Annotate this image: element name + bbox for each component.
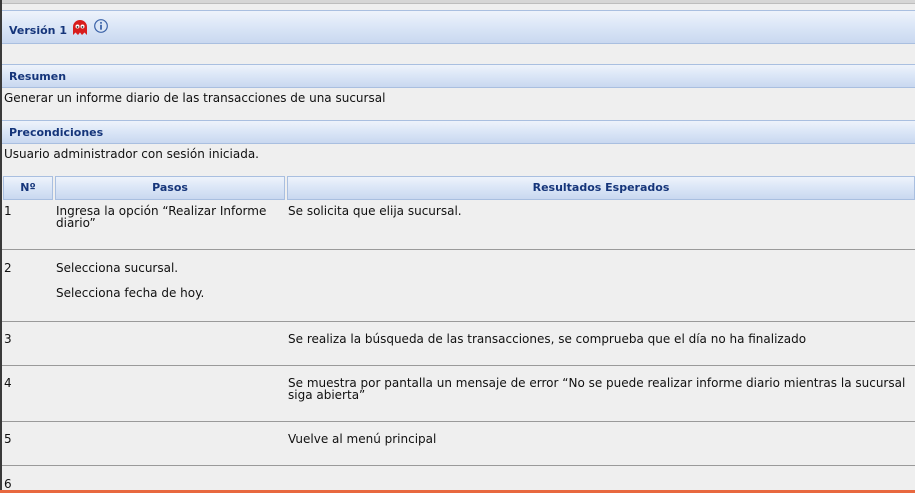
ghost-icon[interactable] [72, 20, 88, 35]
resumen-text: Generar un informe diario de las transac… [4, 91, 386, 105]
row-number: 4 [4, 376, 12, 390]
precondiciones-section-header: Precondiciones [2, 120, 915, 144]
row-divider [2, 249, 915, 250]
resumen-heading: Resumen [9, 70, 67, 83]
top-border [0, 0, 915, 4]
expected-result: Se solicita que elija sucursal. [288, 204, 462, 218]
row-number: 1 [4, 204, 12, 218]
row-divider [2, 465, 915, 466]
step-text: Ingresa la opción “Realizar Informe diar… [56, 204, 267, 230]
row-divider [2, 365, 915, 366]
precondiciones-text: Usuario administrador con sesión iniciad… [4, 147, 259, 161]
precondiciones-heading: Precondiciones [9, 126, 104, 139]
column-header-no: Nº [3, 176, 53, 200]
version-label: Versión 1 [9, 24, 67, 37]
row-divider [2, 321, 915, 322]
info-icon[interactable] [94, 19, 108, 33]
expected-result: Se realiza la búsqueda de las transaccio… [288, 332, 807, 346]
row-number: 6 [4, 477, 12, 491]
resumen-section-header: Resumen [2, 64, 915, 88]
expected-result: Vuelve al menú principal [288, 432, 437, 446]
version-bar: Versión 1 [2, 10, 915, 44]
row-number: 5 [4, 432, 12, 446]
column-header-resultados: Resultados Esperados [287, 176, 915, 200]
row-number: 2 [4, 261, 12, 275]
row-number: 3 [4, 332, 12, 346]
step-text: Selecciona fecha de hoy. [56, 286, 205, 300]
row-divider [2, 421, 915, 422]
column-header-pasos: Pasos [55, 176, 285, 200]
expected-result: Se muestra por pantalla un mensaje de er… [288, 376, 906, 402]
step-text: Selecciona sucursal. [56, 261, 179, 275]
